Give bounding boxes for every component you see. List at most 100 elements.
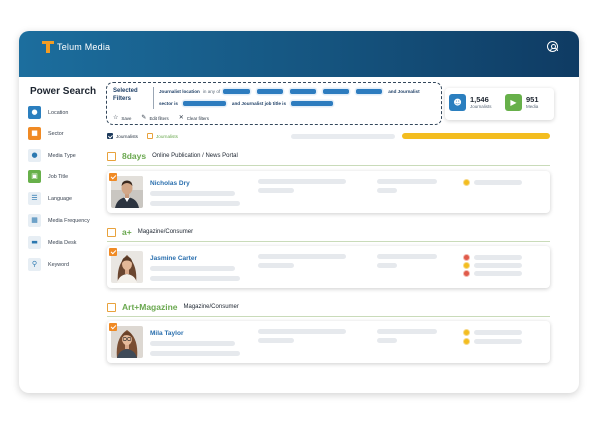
filter-connector: in any of [202,89,221,94]
briefcase-icon: ■ [28,127,41,140]
telum-logo-icon [42,41,54,53]
journalist-card[interactable]: Mila Taylor [107,321,550,363]
language-icon: ☰ [28,192,41,205]
journalists-count: 1,546 [470,95,489,104]
media-outlet-name[interactable]: Art+Magazine [122,302,178,312]
filter-label-location: Journalist location [159,89,200,94]
results-legend: Journalists Journalists [107,133,178,139]
placeholder-bar [377,188,397,193]
placeholder-bar [258,263,294,268]
journalist-card[interactable]: Jasmine Carter [107,246,550,288]
journalists-stat[interactable]: ☻ 1,546 Journalists [449,94,492,111]
placeholder-bar [377,254,437,259]
placeholder-bar [150,266,235,271]
filter-chip[interactable] [291,101,334,106]
journalist-name[interactable]: Jasmine Carter [150,255,197,262]
people-icon: ☻ [449,94,466,111]
edit-filters-button[interactable]: ✎ Edit filters [141,115,168,121]
sidebar-title: Power Search [30,86,97,97]
placeholder-bar [258,254,346,259]
key-icon: ⚲ [28,258,41,271]
media-group-header: a+ Magazine/Consumer [107,227,193,237]
placeholder-bar [258,179,346,184]
media-outlet-name[interactable]: a+ [122,227,132,237]
media-group-header: 8days Online Publication / News Portal [107,151,238,161]
filter-chip[interactable] [323,89,350,94]
sidebar-item-keyword[interactable]: ⚲ Keyword [28,258,69,271]
placeholder-bar [474,330,522,335]
filter-row-location: Journalist location in any of and Journa… [159,89,420,94]
sidebar-item-sector[interactable]: ■ Sector [28,127,64,140]
sidebar-item-location[interactable]: ● Location [28,106,68,119]
star-icon: ☆ [113,114,119,121]
placeholder-bar [377,329,437,334]
group-checkbox[interactable] [107,302,116,312]
legend-journalists-unchecked[interactable]: Journalists [146,133,178,139]
group-divider [107,241,550,242]
checkbox-icon [146,133,153,139]
status-dot [464,339,469,344]
sidebar-item-media-frequency[interactable]: ▦ Media Frequency [28,214,90,227]
status-dot [464,263,469,268]
status-dot [464,180,469,185]
selected-filters-panel: Selected Filters Journalist location in … [106,82,442,125]
media-group-header: Art+Magazine Magazine/Consumer [107,302,239,312]
top-bar: Telum Media [19,31,579,77]
placeholder-bar [291,134,395,139]
status-dot [464,330,469,335]
video-camera-icon: ▶ [505,94,522,111]
sidebar-item-media-desk[interactable]: ▬ Media Desk [28,236,76,249]
sidebar-item-language[interactable]: ☰ Language [28,192,72,205]
filter-label-sector: sector is [159,101,178,106]
placeholder-bar [258,338,294,343]
placeholder-bar [150,276,240,281]
user-account-icon[interactable] [547,41,558,52]
legend-journalists-checked[interactable]: Journalists [107,133,138,139]
filter-chip[interactable] [356,89,383,94]
logo[interactable]: Telum Media [42,41,110,53]
placeholder-bar [377,338,397,343]
filter-chip[interactable] [223,89,251,94]
results-stats-card: ☻ 1,546 Journalists ▶ 951 Media [445,88,554,120]
journalist-card[interactable]: Nicholas Dry [107,171,550,213]
status-dot [464,271,469,276]
calendar-icon: ▦ [28,214,41,227]
placeholder-bar [150,191,235,196]
media-stat[interactable]: ▶ 951 Media [505,94,539,111]
filter-actions: ☆ Save ✎ Edit filters ✕ Clear filters [113,115,209,121]
placeholder-bar [474,255,522,260]
group-checkbox[interactable] [107,227,116,237]
sidebar-item-job-title[interactable]: ▣ Job Title [28,170,68,183]
status-dot [464,255,469,260]
journalist-name[interactable]: Mila Taylor [150,330,183,337]
selected-check-icon[interactable] [109,173,117,181]
filter-chip[interactable] [257,89,284,94]
filter-connector: and Journalist job title is [231,101,287,106]
progress-bar [402,133,550,139]
placeholder-bar [150,351,240,356]
placeholder-bar [474,339,522,344]
group-divider [107,316,550,317]
media-label: Media [526,104,539,109]
selected-check-icon[interactable] [109,248,117,256]
edit-icon: ✎ [141,114,147,121]
sidebar-item-media-type[interactable]: ● Media Type [28,149,76,162]
media-outlet-type: Magazine/Consumer [183,304,239,310]
filter-chip[interactable] [182,101,226,106]
placeholder-bar [258,329,346,334]
checked-checkbox-icon [107,133,113,139]
filter-connector: and Journalist [388,89,420,94]
save-button[interactable]: ☆ Save [113,115,131,121]
clear-filters-button[interactable]: ✕ Clear filters [179,115,209,121]
id-card-icon: ▣ [28,170,41,183]
app-title: Telum Media [57,42,111,52]
location-pin-icon: ● [28,106,41,119]
filter-chip[interactable] [290,89,317,94]
desk-icon: ▬ [28,236,41,249]
placeholder-bar [258,188,294,193]
group-checkbox[interactable] [107,151,116,161]
journalist-name[interactable]: Nicholas Dry [150,180,190,187]
media-outlet-name[interactable]: 8days [122,151,146,161]
placeholder-bar [377,263,397,268]
selected-check-icon[interactable] [109,323,117,331]
